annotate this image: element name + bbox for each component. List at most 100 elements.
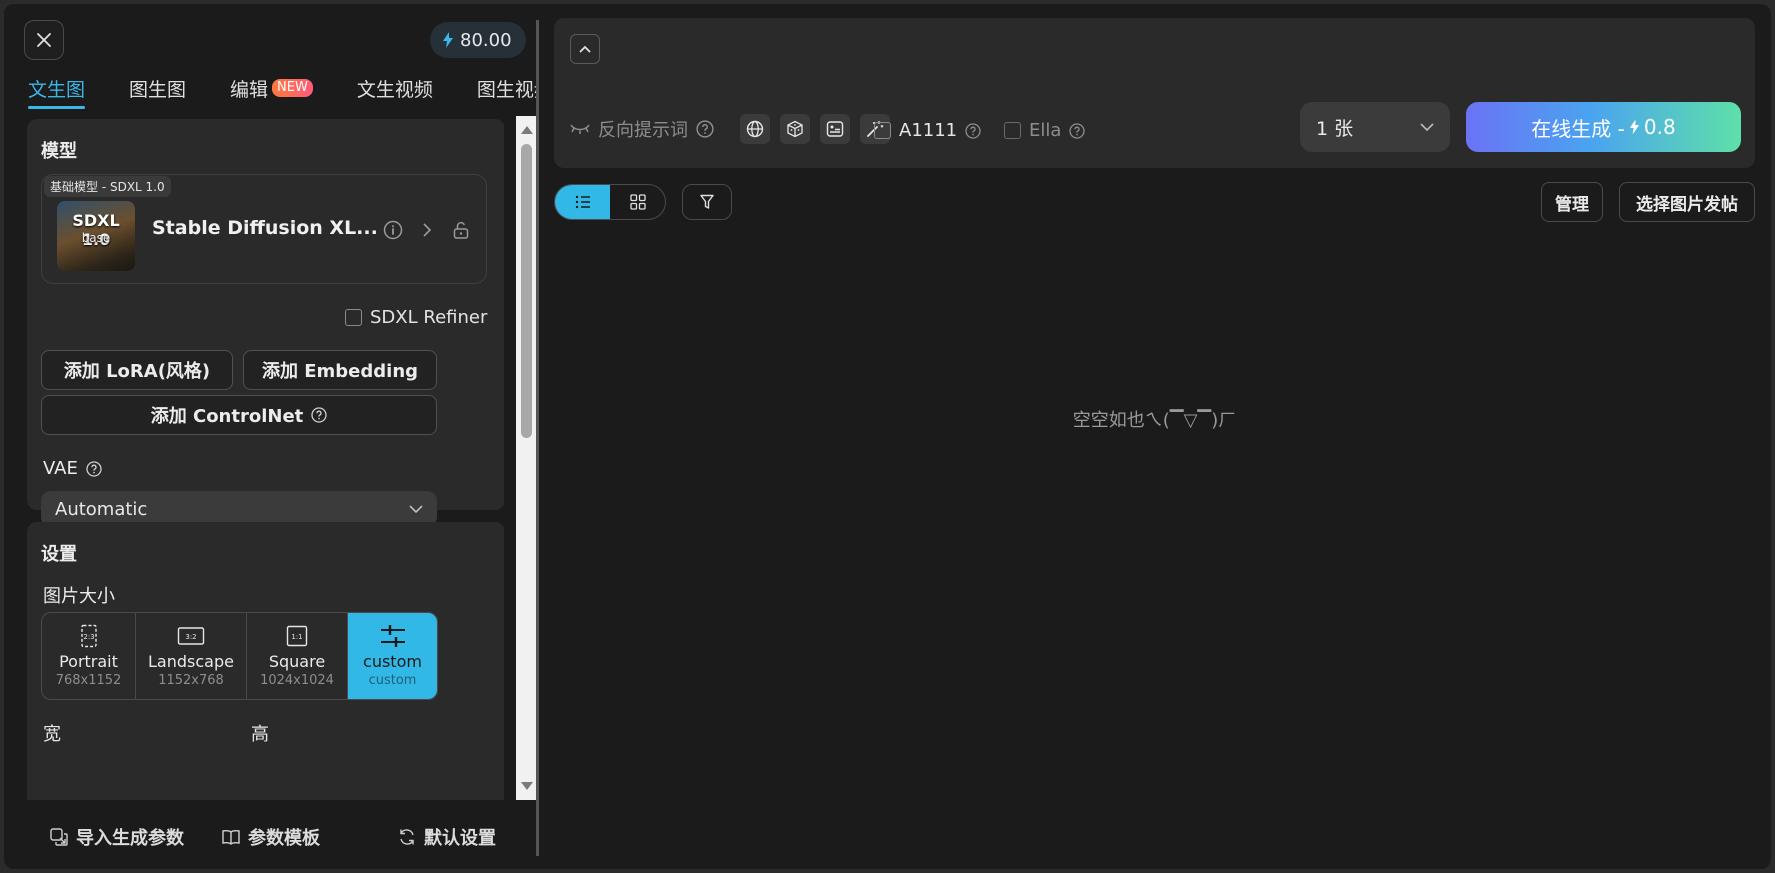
negative-prompt-label: 反向提示词 xyxy=(598,120,688,141)
ratio-text: 1:1 xyxy=(291,633,302,641)
book-icon xyxy=(222,829,240,845)
left-scrollbar[interactable] xyxy=(516,116,538,800)
sliders-icon xyxy=(380,625,405,647)
image-count-select[interactable]: 1 张 xyxy=(1300,102,1450,152)
square-ratio-icon: 1:1 xyxy=(286,625,308,647)
generate-cost: 0.8 xyxy=(1643,115,1676,139)
chevron-up-icon xyxy=(579,45,591,53)
eye-closed-icon xyxy=(570,124,590,134)
list-view-button[interactable] xyxy=(555,185,610,219)
model-card: 模型 基础模型 - SDXL 1.0 SDXL 1.0 base Stable … xyxy=(27,119,504,527)
default-settings-button[interactable]: 默认设置 xyxy=(398,824,496,850)
ratio-text: 2:3 xyxy=(83,633,94,641)
a1111-option[interactable]: A1111 xyxy=(874,120,981,141)
negative-prompt-toggle[interactable]: 反向提示词 xyxy=(570,116,714,142)
empty-state: 空空如也ㄟ(▔▽▔)ㄏ xyxy=(1072,410,1237,431)
select-image-post-button[interactable]: 选择图片发帖 xyxy=(1619,182,1755,222)
scroll-down-arrow-icon[interactable] xyxy=(521,782,533,790)
generate-label: 在线生成 - xyxy=(1531,116,1625,141)
tab-image-to-video[interactable]: 图生视频 xyxy=(477,70,538,106)
import-params-button[interactable]: 导入生成参数 xyxy=(50,824,184,850)
import-icon xyxy=(50,827,68,846)
close-button[interactable] xyxy=(24,20,64,60)
help-icon[interactable] xyxy=(86,460,102,477)
dice-icon[interactable] xyxy=(780,114,810,144)
size-dims: 1024x1024 xyxy=(260,673,334,688)
collapse-button[interactable] xyxy=(570,34,600,64)
scrollbar-thumb[interactable] xyxy=(521,144,532,438)
sdxl-refiner-checkbox[interactable] xyxy=(345,309,362,326)
landscape-ratio-icon: 3:2 xyxy=(177,627,205,645)
image-size-options: 2:3 Portrait 768x1152 3:2 Landscape 1152… xyxy=(41,612,438,700)
unlock-icon[interactable] xyxy=(450,219,472,241)
tab-label: 文生图 xyxy=(28,78,86,101)
ella-option[interactable]: Ella xyxy=(1004,120,1086,141)
grid-view-button[interactable] xyxy=(610,185,665,219)
ella-label: Ella xyxy=(1029,120,1062,141)
size-name: Landscape xyxy=(148,652,234,671)
credits-value: 80.00 xyxy=(460,29,512,51)
prompt-card: 反向提示词 A1111 Ella 1 张 在线生成 - 0.8 xyxy=(554,18,1755,168)
settings-scroll-area: 模型 基础模型 - SDXL 1.0 SDXL 1.0 base Stable … xyxy=(24,116,504,800)
tab-label: 编辑 xyxy=(230,78,269,101)
image-size-label: 图片大小 xyxy=(43,586,115,607)
mode-tabs: 文生图 图生图 编辑NEW 文生视频 图生视频 xyxy=(28,70,538,110)
tab-text-to-video[interactable]: 文生视频 xyxy=(357,70,433,106)
help-icon[interactable] xyxy=(1069,122,1086,139)
model-name: Stable Diffusion XL... xyxy=(152,217,378,239)
vae-label: VAE xyxy=(43,458,78,479)
import-params-label: 导入生成参数 xyxy=(76,827,184,849)
globe-icon[interactable] xyxy=(740,114,770,144)
image-prompt-icon[interactable] xyxy=(820,114,850,144)
help-icon[interactable] xyxy=(311,407,327,423)
scroll-up-arrow-icon[interactable] xyxy=(521,126,533,134)
manage-button[interactable]: 管理 xyxy=(1541,182,1603,222)
add-controlnet-button[interactable]: 添加 ControlNet xyxy=(41,395,437,435)
ratio-text: 3:2 xyxy=(185,633,196,641)
model-selector[interactable]: 基础模型 - SDXL 1.0 SDXL 1.0 base Stable Dif… xyxy=(41,174,487,284)
param-template-label: 参数模板 xyxy=(248,827,320,849)
tab-label: 图生图 xyxy=(129,78,187,101)
add-controlnet-label: 添加 ControlNet xyxy=(150,406,304,427)
help-icon[interactable] xyxy=(965,122,981,139)
vae-value: Automatic xyxy=(55,498,148,520)
help-icon[interactable] xyxy=(696,120,714,138)
close-icon xyxy=(37,33,51,47)
model-section-title: 模型 xyxy=(41,141,77,162)
filter-icon xyxy=(700,194,714,209)
portrait-ratio-icon: 2:3 xyxy=(80,624,97,648)
ella-checkbox[interactable] xyxy=(1004,122,1021,139)
info-icon[interactable] xyxy=(382,219,404,241)
a1111-label: A1111 xyxy=(899,120,958,141)
a1111-checkbox[interactable] xyxy=(874,122,891,139)
filter-button[interactable] xyxy=(682,184,732,220)
app-window: 80.00 文生图 图生图 编辑NEW 文生视频 图生视频 模型 基础模型 - … xyxy=(4,4,1771,869)
size-option-custom[interactable]: custom custom xyxy=(348,613,437,699)
size-option-portrait[interactable]: 2:3 Portrait 768x1152 xyxy=(42,613,136,699)
generate-button[interactable]: 在线生成 - 0.8 xyxy=(1466,102,1741,152)
add-lora-button[interactable]: 添加 LoRA(风格) xyxy=(41,350,233,390)
param-template-button[interactable]: 参数模板 xyxy=(222,824,320,850)
size-option-landscape[interactable]: 3:2 Landscape 1152x768 xyxy=(136,613,247,699)
chevron-right-icon[interactable] xyxy=(416,219,438,241)
size-dims: custom xyxy=(368,673,417,688)
tab-label: 图生视频 xyxy=(476,78,538,101)
sdxl-refiner-option[interactable]: SDXL Refiner xyxy=(345,307,487,328)
thumb-subtitle: base xyxy=(81,231,111,245)
panel-divider[interactable] xyxy=(536,20,539,856)
width-label: 宽 xyxy=(43,724,61,745)
size-option-square[interactable]: 1:1 Square 1024x1024 xyxy=(247,613,348,699)
view-mode-toggle xyxy=(554,184,666,220)
add-embedding-button[interactable]: 添加 Embedding xyxy=(243,350,437,390)
refresh-icon xyxy=(400,828,414,845)
tab-edit[interactable]: 编辑 NEW xyxy=(230,70,313,106)
prompt-tools xyxy=(740,114,890,144)
sdxl-refiner-label: SDXL Refiner xyxy=(370,307,488,328)
grid-icon xyxy=(629,194,646,210)
new-badge: NEW xyxy=(272,79,313,97)
size-name: custom xyxy=(363,652,422,671)
tab-text-to-image[interactable]: 文生图 xyxy=(28,70,86,109)
credits-badge[interactable]: 80.00 xyxy=(430,22,526,58)
lightning-icon xyxy=(443,32,453,48)
tab-image-to-image[interactable]: 图生图 xyxy=(129,70,186,106)
